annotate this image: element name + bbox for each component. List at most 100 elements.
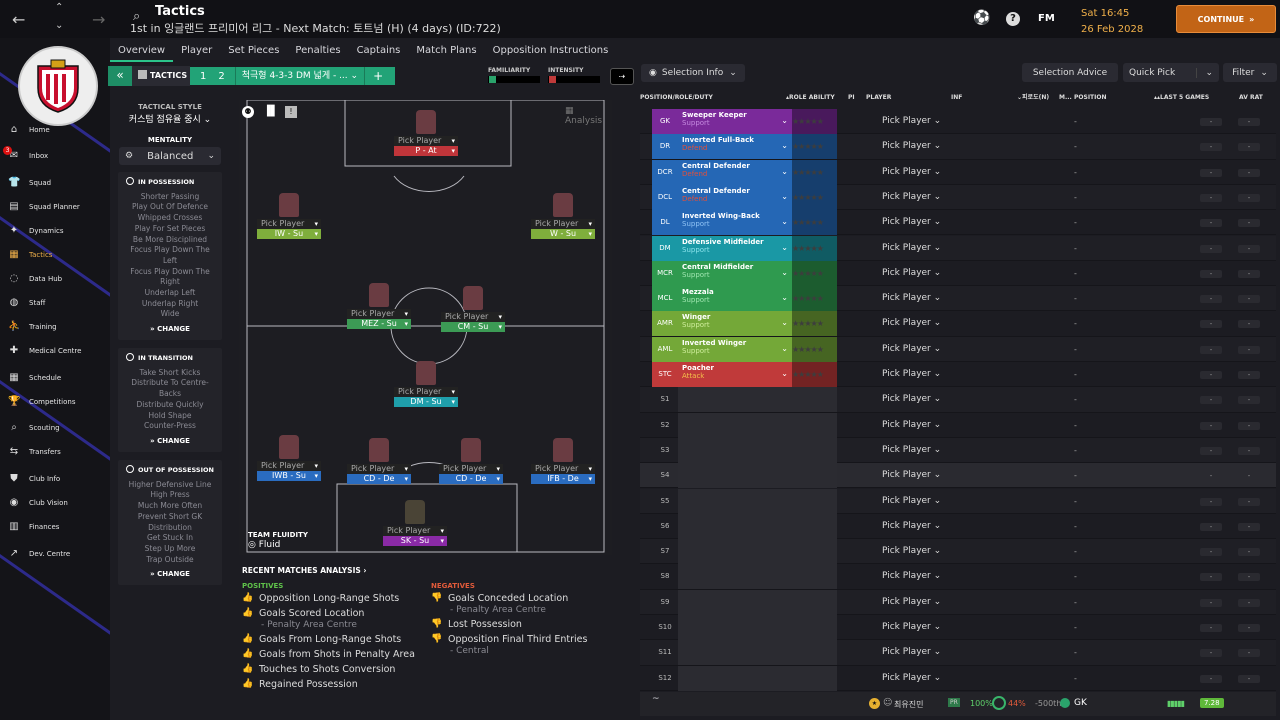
analysis-title[interactable]: RECENT MATCHES ANALYSIS › xyxy=(242,566,632,575)
sidebar-item-home[interactable]: ⌂ Home xyxy=(0,118,110,142)
table-row[interactable]: S11 Pick Player - - - xyxy=(640,640,1276,666)
col-player[interactable]: PLAYER xyxy=(866,88,891,108)
role-duty-dropdown[interactable]: IWB - Su xyxy=(257,471,321,481)
table-row[interactable]: DCL Central Defender Defend ⌄ ★★★★★ Pick Play… xyxy=(640,184,1276,211)
tab-penalties[interactable]: Penalties xyxy=(287,40,348,62)
table-row[interactable]: DCR Central Defender Defend ⌄ ★★★★★ Pick Play… xyxy=(640,159,1276,185)
role-duty-selector[interactable]: Central Midfielder Support ⌄ xyxy=(678,260,792,286)
pick-player-dropdown[interactable]: Pick Player xyxy=(882,268,941,278)
pick-player-dropdown[interactable]: Pick Player xyxy=(882,622,941,632)
pick-player-dropdown[interactable]: Pick Player xyxy=(882,243,941,253)
pick-player-dropdown[interactable]: Pick Player xyxy=(394,387,458,397)
sidebar-item-tactics[interactable]: ▦ Tactics xyxy=(0,243,110,267)
pitch-player-slot[interactable]: Pick PlayerP - At xyxy=(394,110,458,156)
pick-player-dropdown[interactable]: Pick Player xyxy=(441,312,505,322)
role-duty-selector[interactable]: Inverted Full-Back Defend ⌄ xyxy=(678,134,792,160)
table-row[interactable]: AML Inverted Winger Support ⌄ ★★★★★ Pick Play… xyxy=(640,336,1276,362)
role-duty-dropdown[interactable]: CD - De xyxy=(439,474,503,484)
chevron-up-icon[interactable]: ⌃ xyxy=(55,2,63,13)
pick-player-dropdown[interactable]: Pick Player xyxy=(882,521,941,531)
table-row[interactable]: DM Defensive Midfielder Support ⌄ ★★★★★ Pick … xyxy=(640,235,1276,261)
collapse-button[interactable]: « xyxy=(108,66,132,86)
sidebar-item-dynamics[interactable]: ✦ Dynamics xyxy=(0,219,110,243)
sidebar-item-squad-planner[interactable]: ▤ Squad Planner xyxy=(0,195,110,219)
table-row[interactable]: S6 Pick Player - - - xyxy=(640,513,1276,540)
pick-player-dropdown[interactable]: Pick Player xyxy=(257,219,321,229)
fm-menu[interactable]: FM xyxy=(1038,13,1055,24)
sidebar-item-transfers[interactable]: ⇆ Transfers xyxy=(0,440,110,464)
tactic-slot-2[interactable]: 2 xyxy=(212,71,230,82)
pick-player-dropdown[interactable]: Pick Player xyxy=(882,673,941,683)
club-badge[interactable] xyxy=(18,46,98,126)
col-m[interactable]: M... xyxy=(1059,88,1072,108)
pick-player-dropdown[interactable]: Pick Player xyxy=(882,571,941,581)
pick-player-dropdown[interactable]: Pick Player xyxy=(882,394,941,404)
role-duty-dropdown[interactable]: CD - De xyxy=(347,474,411,484)
tactical-style-dropdown[interactable]: 커스텀 점유율 중시 ⌄ xyxy=(118,112,222,125)
role-duty-dropdown[interactable]: P - At xyxy=(394,146,458,156)
table-row[interactable]: STC PoacherAttack ⌄ ★★★★★ Pick Player - - - xyxy=(640,362,1276,388)
table-row[interactable]: S1 Pick Player - - - xyxy=(640,387,1276,413)
mentality-dropdown[interactable]: ⚙ Balanced ⌄ xyxy=(119,147,221,165)
tab-captains[interactable]: Captains xyxy=(349,40,409,62)
pick-player-dropdown[interactable]: Pick Player xyxy=(882,293,941,303)
table-row[interactable]: MCR Central Midfielder Support ⌄ ★★★★★ Pick P… xyxy=(640,260,1276,287)
quick-pick-button[interactable]: Quick Pick ⌄ xyxy=(1123,63,1219,82)
pick-player-dropdown[interactable]: Pick Player xyxy=(257,461,321,471)
sidebar-item-training[interactable]: ⛹ Training xyxy=(0,315,110,339)
pick-player-dropdown[interactable]: Pick Player xyxy=(531,464,595,474)
role-duty-dropdown[interactable]: SK - Su xyxy=(383,536,447,546)
role-duty-dropdown[interactable]: DM - Su xyxy=(394,397,458,407)
tab-match-plans[interactable]: Match Plans xyxy=(408,40,484,62)
out-of-possession-change-button[interactable]: » CHANGE xyxy=(118,566,222,583)
player-name[interactable]: 최유진민 xyxy=(894,699,923,710)
pitch-player-slot[interactable]: Pick PlayerMEZ - Su xyxy=(347,283,411,329)
table-row[interactable]: S5 Pick Player - - - xyxy=(640,488,1276,514)
table-row[interactable]: S4 Pick Player - - - xyxy=(640,463,1276,489)
col-fatigue[interactable]: ⌄피로도(N) xyxy=(1017,88,1049,108)
pick-player-dropdown[interactable]: Pick Player xyxy=(882,318,941,328)
in-possession-change-button[interactable]: » CHANGE xyxy=(118,321,222,338)
sidebar-item-data-hub[interactable]: ◌ Data Hub xyxy=(0,267,110,291)
pick-player-dropdown[interactable]: Pick Player xyxy=(882,116,941,126)
pick-player-dropdown[interactable]: Pick Player xyxy=(882,597,941,607)
pick-player-dropdown[interactable]: Pick Player xyxy=(882,496,941,506)
role-duty-selector[interactable]: Central Defender Defend ⌄ xyxy=(678,184,792,210)
table-row[interactable]: S9 Pick Player - - - xyxy=(640,589,1276,615)
filter-button[interactable]: Filter ⌄ xyxy=(1223,63,1277,82)
forward-arrow-icon[interactable]: → xyxy=(92,10,105,29)
pick-player-dropdown[interactable]: Pick Player xyxy=(882,141,941,151)
role-duty-dropdown[interactable]: CM - Su xyxy=(441,322,505,332)
col-position[interactable]: POSITION/ROLE/DUTY xyxy=(640,88,713,108)
notes-icon[interactable]: ! xyxy=(285,106,297,118)
pick-player-dropdown[interactable]: Pick Player xyxy=(882,167,941,177)
sidebar-item-squad[interactable]: 👕 Squad xyxy=(0,171,110,195)
tactic-slot-1[interactable]: 1 xyxy=(194,71,212,82)
table-row[interactable]: AMR WingerSupport ⌄ ★★★★★ Pick Player - - - xyxy=(640,311,1276,337)
sidebar-item-club-vision[interactable]: ◉ Club Vision xyxy=(0,491,110,515)
sidebar-item-scouting[interactable]: ⌕ Scouting xyxy=(0,416,110,440)
role-duty-selector[interactable]: Winger Support ⌄ xyxy=(678,311,792,337)
sidebar-item-medical-centre[interactable]: ✚ Medical Centre xyxy=(0,339,110,363)
tab-overview[interactable]: Overview xyxy=(110,40,174,62)
sidebar-item-staff[interactable]: ◍ Staff xyxy=(0,291,110,315)
col-inf[interactable]: INF xyxy=(951,88,962,108)
toggle-view-button[interactable]: ⇢ xyxy=(610,68,634,85)
table-row[interactable]: S3 Pick Player - - - xyxy=(640,437,1276,464)
pick-player-dropdown[interactable]: Pick Player xyxy=(882,369,941,379)
help-icon[interactable]: ? xyxy=(1006,12,1020,26)
role-duty-selector[interactable]: Inverted Winger Support ⌄ xyxy=(678,336,792,362)
table-row[interactable]: S8 Pick Player - - - xyxy=(640,564,1276,590)
pitch-player-slot[interactable]: Pick PlayerDM - Su xyxy=(394,361,458,407)
pick-player-dropdown[interactable]: Pick Player xyxy=(439,464,503,474)
football-icon[interactable]: ⚽ xyxy=(973,10,990,26)
table-row[interactable]: S12 Pick Player - - - xyxy=(640,665,1276,691)
sidebar-item-finances[interactable]: ▥ Finances xyxy=(0,515,110,539)
role-duty-selector[interactable]: Defensive Midfielder Support ⌄ xyxy=(678,235,792,261)
table-row[interactable]: S10 Pick Player - - - xyxy=(640,615,1276,641)
sidebar-item-inbox[interactable]: ✉ Inbox 3 xyxy=(0,144,110,168)
in-transition-change-button[interactable]: » CHANGE xyxy=(118,433,222,450)
table-row[interactable]: S2 Pick Player - - - xyxy=(640,412,1276,438)
role-duty-selector[interactable]: Central Defender Defend ⌄ xyxy=(678,159,792,185)
pick-player-dropdown[interactable]: Pick Player xyxy=(882,445,941,455)
